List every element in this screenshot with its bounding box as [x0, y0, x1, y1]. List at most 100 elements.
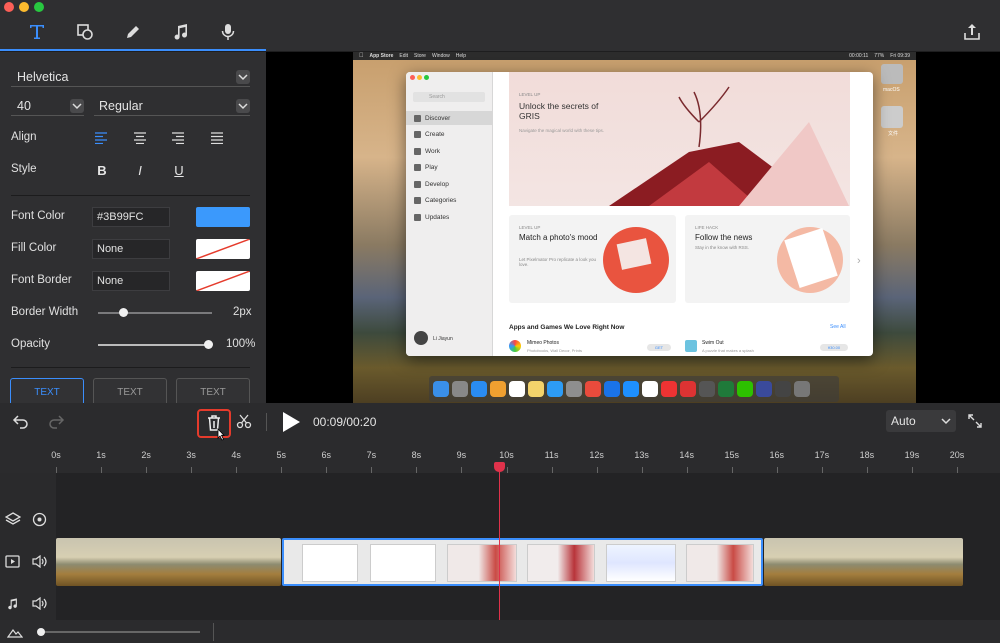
opacity-slider-knob[interactable] — [204, 340, 213, 349]
font-size-select[interactable]: 40 — [11, 96, 84, 116]
store-sidebar-item[interactable]: Create — [414, 127, 445, 141]
expand-icon — [968, 414, 982, 428]
align-justify-button[interactable] — [210, 131, 226, 145]
ruler-tick-label: 2s — [141, 450, 151, 460]
video-track-audio-toggle[interactable] — [32, 554, 47, 573]
card-title: Follow the news — [695, 233, 753, 242]
fit-timeline-button[interactable] — [967, 413, 983, 434]
chevron-right-icon[interactable]: › — [857, 255, 861, 267]
font-family-value: Helvetica — [17, 69, 69, 84]
zoom-select[interactable]: Auto — [886, 410, 956, 432]
divider — [11, 195, 250, 196]
layers-button[interactable] — [4, 512, 22, 531]
shape-tool-button[interactable] — [72, 20, 98, 44]
align-right-button[interactable] — [171, 131, 187, 145]
photos-icon — [490, 381, 506, 397]
delete-button[interactable] — [197, 409, 231, 441]
close-window-button[interactable] — [4, 2, 14, 12]
see-all-link[interactable]: See All — [830, 324, 846, 330]
finder-icon — [433, 381, 449, 397]
text-preset-1[interactable]: TEXT — [10, 378, 84, 406]
zoom-window-button[interactable] — [34, 2, 44, 12]
microphone-icon — [221, 24, 235, 40]
chevron-down-icon — [236, 69, 250, 84]
italic-button[interactable]: I — [130, 163, 150, 178]
price-button[interactable]: ¥30.00 — [820, 344, 848, 351]
playhead-line[interactable] — [499, 463, 500, 620]
opacity-slider[interactable] — [98, 344, 212, 346]
fill-color-input[interactable]: None — [92, 239, 170, 259]
store-sidebar-item[interactable]: Categories — [414, 193, 456, 207]
playhead-handle[interactable] — [494, 462, 505, 472]
text-tool-button[interactable] — [24, 20, 50, 44]
visibility-button[interactable] — [32, 512, 47, 532]
get-button[interactable]: GET — [647, 344, 671, 351]
align-left-button[interactable] — [94, 131, 110, 145]
music-track-audio-toggle[interactable] — [32, 596, 47, 615]
video-clip[interactable] — [56, 538, 281, 586]
video-track-toggle[interactable] — [5, 555, 20, 573]
text-preset-2[interactable]: TEXT — [93, 378, 167, 406]
border-width-slider[interactable] — [98, 312, 212, 314]
timeline-zoom-slider[interactable] — [40, 631, 200, 633]
pdf-icon — [642, 381, 658, 397]
text-preset-3[interactable]: TEXT — [176, 378, 250, 406]
story-card[interactable]: LEVEL UP Match a photo's mood Let Pixelm… — [509, 215, 676, 303]
search-field[interactable]: Search — [413, 92, 485, 102]
pencil-icon — [127, 26, 139, 38]
border-width-value: 2px — [233, 306, 252, 318]
font-border-input[interactable]: None — [92, 271, 170, 291]
mic-tool-button[interactable] — [215, 20, 241, 44]
minimize-window-button[interactable] — [19, 2, 29, 12]
ruler-tick-label: 15s — [724, 450, 740, 460]
mountain-icon — [6, 628, 24, 638]
clip-thumbnail — [447, 544, 517, 582]
video-clip-selected[interactable] — [282, 538, 763, 586]
hero-banner[interactable]: LEVEL UP Unlock the secrets of GRIS Navi… — [509, 72, 850, 206]
clip-thumbnail — [370, 544, 436, 582]
undo-button[interactable] — [12, 413, 30, 434]
video-clip[interactable] — [764, 538, 963, 586]
timeline-zoom-knob[interactable] — [37, 628, 45, 636]
timeline-zoom-icon — [6, 625, 24, 643]
font-border-swatch[interactable] — [196, 271, 250, 291]
clip-thumbnail — [686, 544, 754, 582]
underline-button[interactable]: U — [169, 163, 189, 178]
redo-button[interactable] — [47, 413, 65, 434]
divider — [266, 413, 267, 431]
store-sidebar-item[interactable]: Discover — [406, 111, 493, 125]
skype-icon — [604, 381, 620, 397]
store-sidebar-item[interactable]: Updates — [414, 210, 449, 224]
align-center-button[interactable] — [133, 131, 149, 145]
xmind-icon — [680, 381, 696, 397]
ruler-tick-label: 7s — [366, 450, 377, 460]
pen-tool-button[interactable] — [120, 20, 146, 44]
story-card[interactable]: LIFE HACK Follow the news Stay in the kn… — [685, 215, 850, 303]
font-family-select[interactable]: Helvetica — [11, 67, 250, 87]
calendar-icon — [509, 381, 525, 397]
bold-button[interactable]: B — [92, 163, 112, 178]
text-icon — [30, 25, 44, 39]
font-color-hex-input[interactable]: #3B99FC — [92, 207, 170, 227]
store-sidebar-item[interactable]: Develop — [414, 177, 449, 191]
fill-color-swatch[interactable] — [196, 239, 250, 259]
none-color-icon — [196, 271, 250, 291]
music-note-icon — [8, 598, 17, 610]
export-button[interactable] — [959, 20, 985, 44]
cut-button[interactable] — [236, 413, 252, 434]
store-sidebar-item[interactable]: Work — [414, 144, 440, 158]
music-track-toggle[interactable] — [5, 597, 19, 616]
preview-frame[interactable]:  App Store Edit Store Window Help 00:00… — [353, 52, 916, 403]
music-tool-button[interactable] — [167, 20, 193, 44]
align-label: Align — [11, 131, 37, 143]
notes-icon — [528, 381, 544, 397]
font-weight-select[interactable]: Regular — [94, 96, 250, 116]
clip-thumbnail — [302, 544, 358, 582]
hammer-icon — [414, 180, 421, 188]
store-sidebar-item[interactable]: Play — [414, 160, 438, 174]
timeline-controls: 00:09/00:20 Auto — [0, 403, 1000, 441]
card-title: Match a photo's mood — [519, 233, 598, 242]
border-width-slider-knob[interactable] — [119, 308, 128, 317]
play-button[interactable] — [281, 411, 301, 438]
font-color-swatch[interactable] — [196, 207, 250, 227]
